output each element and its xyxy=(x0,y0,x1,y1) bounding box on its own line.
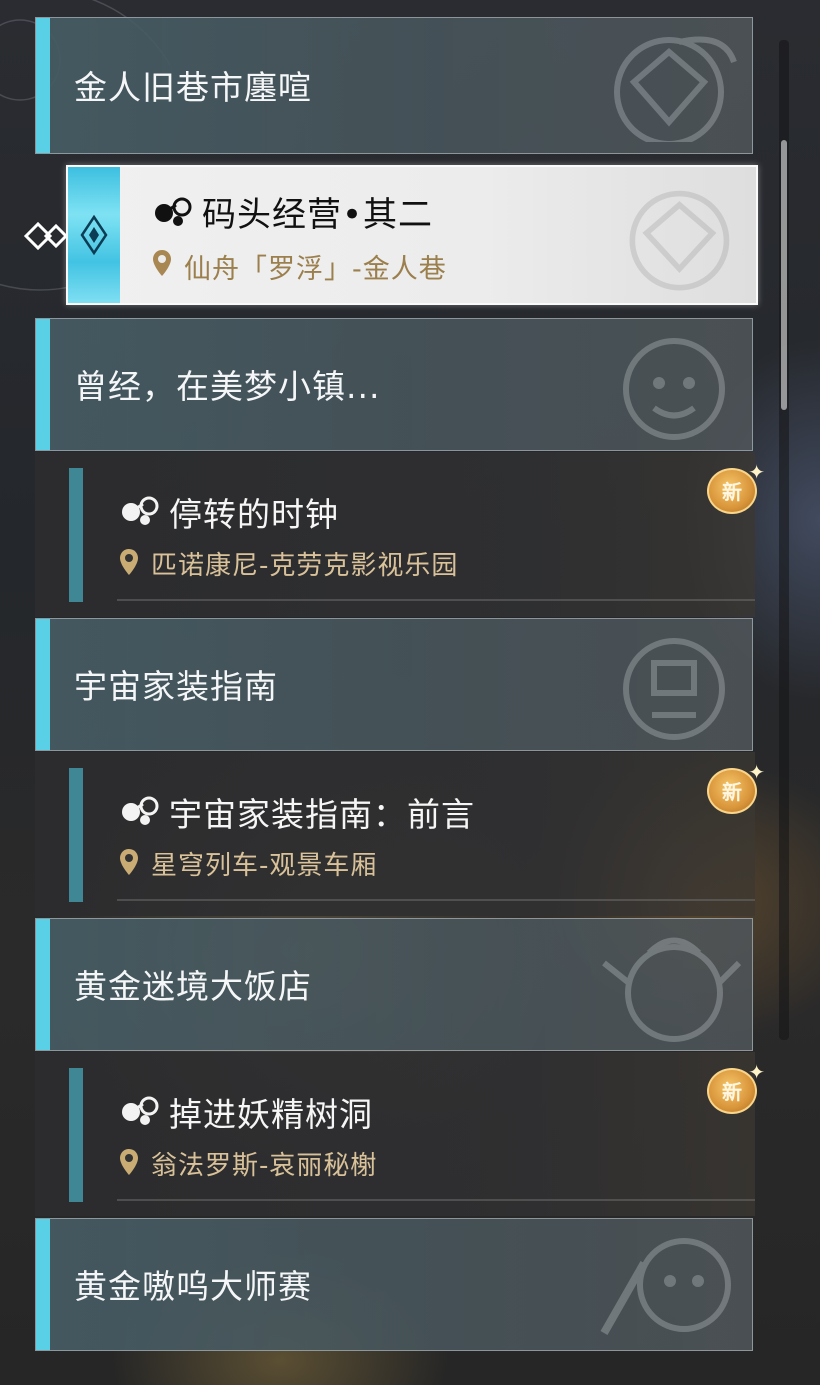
companion-mission-icon xyxy=(122,1096,159,1125)
category-title: 黄金嗷呜大师赛 xyxy=(74,1266,312,1306)
quest-bar xyxy=(69,768,83,902)
category-accent xyxy=(36,18,50,153)
scrollbar-thumb[interactable] xyxy=(781,140,787,410)
divider xyxy=(117,599,755,601)
selection-pointer-icon xyxy=(23,221,66,251)
category-accent xyxy=(36,319,50,450)
category-emblem-icon xyxy=(614,36,737,142)
category-accent xyxy=(36,919,50,1050)
quest-title: 停转的时钟 xyxy=(169,495,339,534)
divider xyxy=(117,1199,755,1201)
quest-title: 掉进妖精树洞 xyxy=(169,1095,373,1134)
category-title: 宇宙家装指南 xyxy=(74,666,278,706)
quest-location: 匹诺康尼-克劳克影视乐园 xyxy=(151,551,459,581)
quest-item[interactable]: 掉进妖精树洞 翁法罗斯-哀丽秘榭 新 ✦ xyxy=(35,1052,765,1216)
category-emblem-icon xyxy=(623,338,725,440)
sparkle-icon: ✦ xyxy=(748,460,765,484)
quest-location: 星穹列车-观景车厢 xyxy=(151,851,378,881)
category-header[interactable]: 曾经，在美梦小镇... xyxy=(35,318,753,451)
location-pin-icon xyxy=(120,849,138,875)
sparkle-icon: ✦ xyxy=(748,1060,765,1084)
category-title: 曾经，在美梦小镇... xyxy=(74,366,381,406)
diamond-ornament-icon xyxy=(80,214,108,256)
category-accent xyxy=(36,619,50,750)
quest-item[interactable]: 宇宙家装指南：前言 星穹列车-观景车厢 新 ✦ xyxy=(35,752,765,916)
location-pin-icon xyxy=(120,1149,138,1175)
new-badge: 新 ✦ xyxy=(703,1062,765,1118)
category-emblem-icon xyxy=(629,190,730,291)
quest-location: 翁法罗斯-哀丽秘榭 xyxy=(151,1151,378,1181)
sparkle-icon: ✦ xyxy=(748,760,765,784)
category-header[interactable]: 金人旧巷市廛喧 xyxy=(35,17,753,154)
quest-title: 宇宙家装指南：前言 xyxy=(169,795,475,834)
category-header[interactable]: 黄金迷境大饭店 xyxy=(35,918,753,1051)
new-badge: 新 ✦ xyxy=(703,462,765,518)
quest-title: 码头经营•其二 xyxy=(202,195,434,235)
category-emblem-icon xyxy=(602,937,742,1042)
divider xyxy=(117,899,755,901)
location-pin-icon xyxy=(153,250,171,276)
quest-location: 仙舟「罗浮」-金人巷 xyxy=(184,254,447,285)
category-header[interactable]: 宇宙家装指南 xyxy=(35,618,753,751)
category-title: 黄金迷境大饭店 xyxy=(74,966,312,1006)
companion-mission-icon xyxy=(155,197,192,226)
category-header[interactable]: 黄金嗷呜大师赛 xyxy=(35,1218,753,1351)
category-title: 金人旧巷市廛喧 xyxy=(74,67,312,107)
category-emblem-icon xyxy=(600,1238,731,1335)
quest-bar xyxy=(69,468,83,602)
companion-mission-icon xyxy=(122,496,159,525)
selected-quest-item[interactable]: 码头经营•其二 仙舟「罗浮」-金人巷 xyxy=(66,165,758,305)
companion-mission-icon xyxy=(122,796,159,825)
location-pin-icon xyxy=(120,549,138,575)
quest-bar xyxy=(69,1068,83,1202)
new-badge: 新 ✦ xyxy=(703,762,765,818)
quest-item[interactable]: 停转的时钟 匹诺康尼-克劳克影视乐园 新 ✦ xyxy=(35,452,765,617)
category-accent xyxy=(36,1219,50,1350)
category-emblem-icon xyxy=(623,638,725,740)
